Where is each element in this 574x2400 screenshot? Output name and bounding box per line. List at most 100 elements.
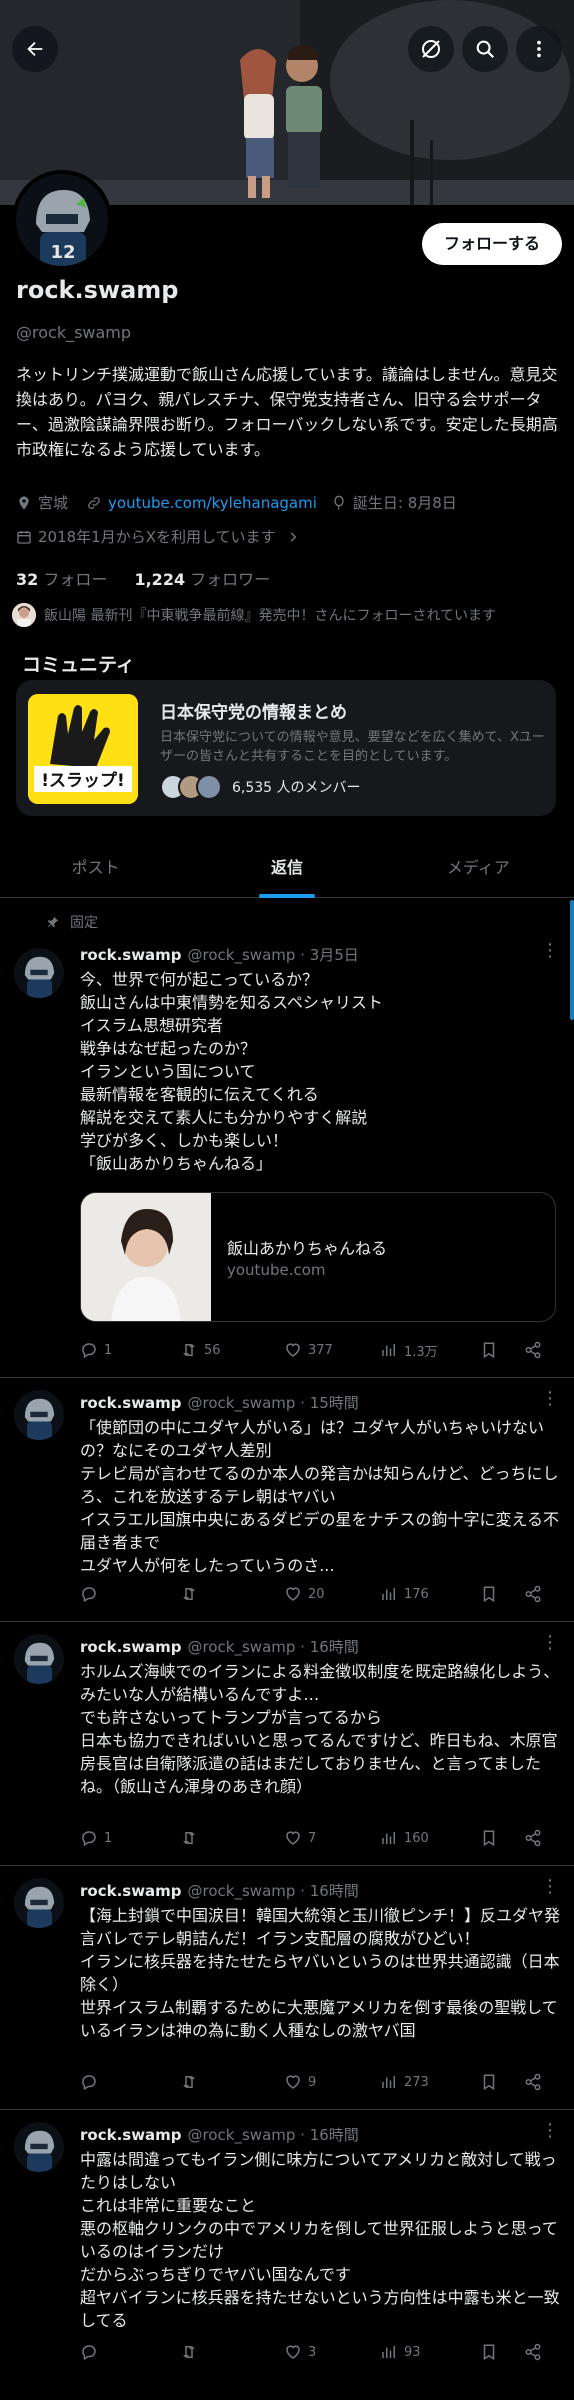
share-icon — [525, 1585, 541, 1603]
grok-icon — [422, 40, 440, 58]
like-count: 20 — [308, 1586, 325, 1602]
post-author[interactable]: rock.swamp — [80, 946, 182, 964]
share-icon — [525, 2073, 541, 2091]
post-avatar[interactable] — [14, 2122, 64, 2172]
share-button[interactable] — [524, 2340, 548, 2364]
reply-button[interactable]: 1 — [80, 1826, 112, 1850]
repost-button[interactable] — [180, 1826, 204, 1850]
post-more-button[interactable]: ⋮ — [541, 1876, 560, 1897]
like-count: 9 — [308, 2074, 317, 2090]
views-button[interactable]: 1.3万 — [380, 1338, 438, 1362]
community-member-count: 6,535 人のメンバー — [232, 780, 361, 796]
search-icon — [476, 40, 495, 59]
post-more-button[interactable]: ⋮ — [541, 2120, 560, 2141]
post-actions: 9 273 — [80, 2070, 550, 2094]
more-options-button[interactable] — [516, 26, 562, 72]
share-button[interactable] — [524, 1338, 548, 1362]
grok-button[interactable] — [408, 26, 454, 72]
community-card[interactable]: !スラップ! 日本保守党の情報まとめ 日本保守党についての情報や意見、要望などを… — [16, 680, 556, 816]
like-button[interactable]: 7 — [284, 1826, 316, 1850]
like-button[interactable]: 377 — [284, 1338, 333, 1362]
calendar-icon — [17, 530, 31, 544]
back-button[interactable] — [12, 26, 58, 72]
share-button[interactable] — [524, 1826, 548, 1850]
post-avatar-image — [14, 2122, 64, 2172]
views-button[interactable]: 176 — [380, 1582, 429, 1606]
bookmark-button[interactable] — [480, 1826, 504, 1850]
post-text: 「使節団の中にユダヤ人がいる」は？ユダヤ人がいちゃいけないの？なにそのユダヤ人差… — [80, 1418, 560, 1575]
post-avatar[interactable] — [14, 1390, 64, 1440]
like-count: 377 — [308, 1342, 333, 1358]
repost-button[interactable] — [180, 2340, 204, 2364]
post-author[interactable]: rock.swamp — [80, 1882, 182, 1900]
reply-button[interactable]: 1 — [80, 1338, 112, 1362]
repost-icon — [183, 1588, 195, 1600]
tab-posts[interactable]: ポスト — [0, 840, 191, 897]
post-author[interactable]: rock.swamp — [80, 1394, 182, 1412]
like-button[interactable]: 9 — [284, 2070, 316, 2094]
tab-replies[interactable]: 返信 — [191, 840, 382, 898]
profile-joined: 2018年1月からXを利用しています — [38, 528, 276, 546]
like-button[interactable]: 3 — [284, 2340, 316, 2364]
post-item[interactable]: rock.swamp @rock_swamp · 16時間 ⋮ 中露は間違ってもイ… — [0, 2110, 574, 2400]
profile-avatar[interactable]: 12 — [12, 170, 112, 270]
link-card[interactable]: 飯山あかりちゃんねる youtube.com — [80, 1192, 556, 1322]
reply-icon — [82, 2345, 96, 2361]
profile-joined-row[interactable]: 2018年1月からXを利用しています — [16, 526, 300, 547]
post-avatar[interactable] — [14, 948, 64, 998]
post-item[interactable]: rock.swamp @rock_swamp · 3月5日 ⋮ 今、世界で何が起こ… — [0, 900, 574, 1378]
post-header: rock.swamp @rock_swamp · 16時間 — [80, 1636, 359, 1657]
views-button[interactable]: 160 — [380, 1826, 429, 1850]
community-members: 6,535 人のメンバー — [160, 774, 361, 800]
post-actions: 3 93 — [80, 2340, 550, 2364]
post-item[interactable]: rock.swamp @rock_swamp · 16時間 ⋮ ホルムズ海峡でのイ… — [0, 1622, 574, 1866]
repost-button[interactable] — [180, 2070, 204, 2094]
post-item[interactable]: rock.swamp @rock_swamp · 16時間 ⋮ 【海上封鎖で中国涙… — [0, 1866, 574, 2110]
tab-media[interactable]: メディア — [383, 840, 574, 897]
post-more-button[interactable]: ⋮ — [541, 940, 560, 961]
reply-button[interactable] — [80, 2070, 104, 2094]
followers-link[interactable]: 1,224 フォロワー — [134, 570, 270, 589]
follow-button[interactable]: フォローする — [421, 223, 562, 265]
following-link[interactable]: 32 フォロー — [16, 570, 107, 589]
profile-link[interactable]: youtube.com/kylehanagami — [108, 494, 317, 512]
profile-meta-row: 宮城 youtube.com/kylehanagami 誕生日: 8月8日 — [16, 492, 457, 513]
post-avatar[interactable] — [14, 1634, 64, 1684]
post-actions: 1 7 160 — [80, 1826, 550, 1850]
views-button[interactable]: 273 — [380, 2070, 429, 2094]
post-author[interactable]: rock.swamp — [80, 2126, 182, 2144]
bookmark-button[interactable] — [480, 1338, 504, 1362]
reply-button[interactable] — [80, 1582, 104, 1606]
share-button[interactable] — [524, 1582, 548, 1606]
post-text: 中露は間違ってもイラン側に味方についてアメリカと敵対して戦ったりはしない これは… — [80, 2150, 560, 2330]
post-author[interactable]: rock.swamp — [80, 1638, 182, 1656]
arrow-left-icon — [27, 41, 43, 57]
followed-by[interactable]: 飯山陽 最新刊『中東戦争最前線』発売中！さんにフォローされています — [12, 603, 496, 627]
bookmark-button[interactable] — [480, 2070, 504, 2094]
view-count: 160 — [404, 1830, 429, 1846]
follower-avatar-image — [12, 603, 36, 627]
location-icon — [19, 495, 29, 510]
views-icon — [382, 1832, 395, 1844]
share-button[interactable] — [524, 2070, 548, 2094]
search-button[interactable] — [462, 26, 508, 72]
bookmark-button[interactable] — [480, 1582, 504, 1606]
post-avatar-image — [14, 948, 64, 998]
views-button[interactable]: 93 — [380, 2340, 421, 2364]
link-card-domain: youtube.com — [227, 1261, 326, 1279]
post-more-button[interactable]: ⋮ — [541, 1388, 560, 1409]
post-item[interactable]: rock.swamp @rock_swamp · 15時間 ⋮ 「使節団の中にユダ… — [0, 1378, 574, 1622]
balloon-icon — [334, 495, 344, 510]
profile-name: rock.swamp — [16, 276, 179, 304]
repost-button[interactable]: 56 — [180, 1338, 221, 1362]
repost-button[interactable] — [180, 1582, 204, 1606]
bookmark-icon — [483, 2344, 495, 2361]
post-more-button[interactable]: ⋮ — [541, 1632, 560, 1653]
like-button[interactable]: 20 — [284, 1582, 325, 1606]
bookmark-button[interactable] — [480, 2340, 504, 2364]
views-icon — [382, 1588, 395, 1600]
reply-button[interactable] — [80, 2340, 104, 2364]
post-avatar[interactable] — [14, 1878, 64, 1928]
reply-icon — [82, 2075, 96, 2091]
views-icon — [382, 1344, 395, 1356]
